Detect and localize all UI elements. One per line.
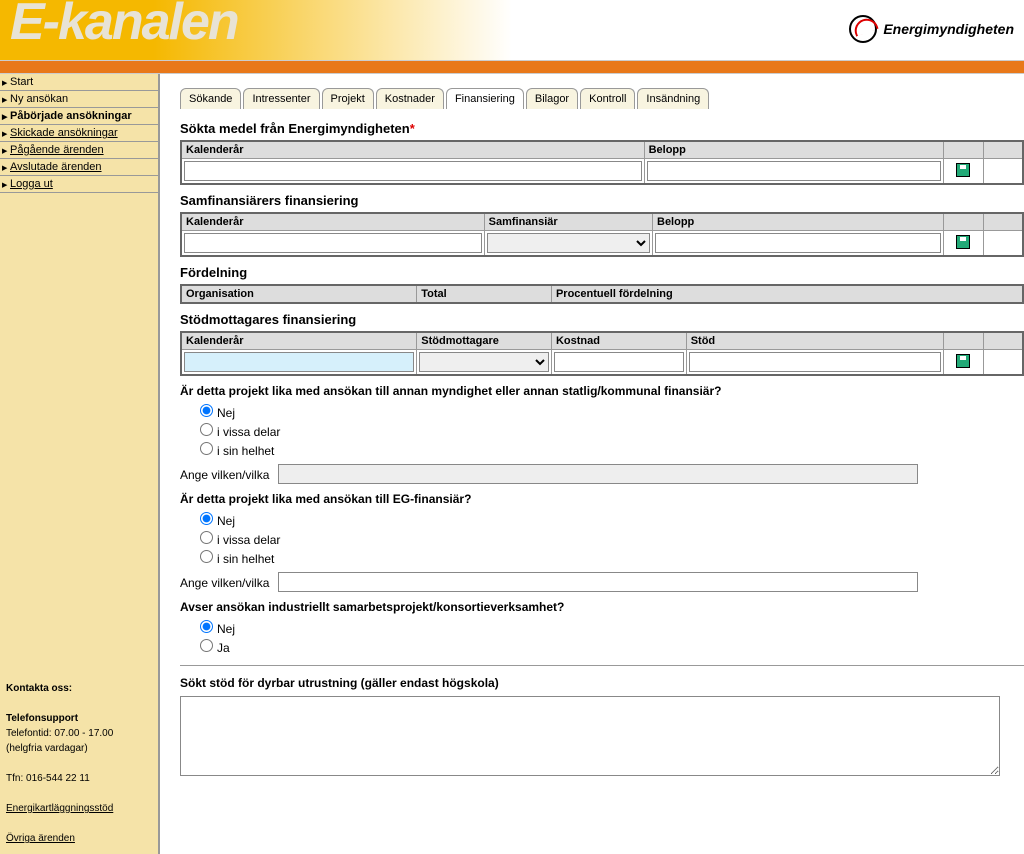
question-2: Är detta projekt lika med ansökan till E… bbox=[180, 492, 1024, 506]
section-sokta-title: Sökta medel från Energimyndigheten* bbox=[180, 121, 1024, 136]
nav-item-1[interactable]: Ny ansökan bbox=[0, 91, 158, 108]
q1-label-2: i sin helhet bbox=[217, 444, 274, 458]
app-title: E-kanalen bbox=[10, 0, 238, 52]
q3-option-0: Nej bbox=[200, 620, 1024, 636]
tab-intressenter[interactable]: Intressenter bbox=[243, 88, 319, 109]
col-kostnad: Kostnad bbox=[551, 332, 686, 350]
section-stodmott-title: Stödmottagares finansiering bbox=[180, 312, 1024, 327]
col-kalenderar: Kalenderår bbox=[181, 332, 417, 350]
tab-bilagor[interactable]: Bilagor bbox=[526, 88, 578, 109]
tab-bar: SökandeIntressenterProjektKostnaderFinan… bbox=[180, 88, 1024, 109]
q2-radio-1[interactable] bbox=[200, 531, 213, 544]
sokta-belopp-input[interactable] bbox=[647, 161, 941, 181]
contact-hours: Telefontid: 07.00 - 17.00 bbox=[6, 726, 152, 741]
q1-radio-2[interactable] bbox=[200, 442, 213, 455]
q2-label-1: i vissa delar bbox=[217, 533, 280, 547]
q1-label-0: Nej bbox=[217, 406, 235, 420]
col-organisation: Organisation bbox=[181, 285, 417, 303]
q2-radio-0[interactable] bbox=[200, 512, 213, 525]
contact-link-energikart[interactable]: Energikartläggningsstöd bbox=[6, 803, 113, 814]
nav-item-2[interactable]: Påbörjade ansökningar bbox=[0, 108, 158, 125]
question-1: Är detta projekt lika med ansökan till a… bbox=[180, 384, 1024, 398]
tab-sökande[interactable]: Sökande bbox=[180, 88, 241, 109]
q2-label-0: Nej bbox=[217, 514, 235, 528]
col-kalenderar: Kalenderår bbox=[181, 141, 644, 159]
q2-ange-input[interactable] bbox=[278, 572, 918, 592]
tab-finansiering[interactable]: Finansiering bbox=[446, 88, 524, 109]
nav-item-3[interactable]: Skickade ansökningar bbox=[0, 125, 158, 142]
stodmott-stodmottagare-select[interactable] bbox=[419, 352, 549, 372]
logo-text: Energimyndigheten bbox=[883, 21, 1014, 37]
stodmott-stod-input[interactable] bbox=[689, 352, 941, 372]
question-4: Sökt stöd för dyrbar utrustning (gäller … bbox=[180, 676, 1024, 690]
nav-item-5[interactable]: Avslutade ärenden bbox=[0, 159, 158, 176]
logo-icon bbox=[849, 15, 877, 43]
sokta-kalenderar-input[interactable] bbox=[184, 161, 642, 181]
q3-label-1: Ja bbox=[217, 641, 230, 655]
save-icon[interactable] bbox=[956, 354, 970, 368]
save-icon[interactable] bbox=[956, 235, 970, 249]
contact-days: (helgfria vardagar) bbox=[6, 741, 152, 756]
col-total: Total bbox=[417, 285, 552, 303]
col-belopp: Belopp bbox=[653, 213, 944, 231]
sokta-table: Kalenderår Belopp bbox=[180, 140, 1024, 185]
col-belopp: Belopp bbox=[644, 141, 943, 159]
nav-item-6[interactable]: Logga ut bbox=[0, 176, 158, 193]
q2-option-0: Nej bbox=[200, 512, 1024, 528]
q1-option-1: i vissa delar bbox=[200, 423, 1024, 439]
q1-option-2: i sin helhet bbox=[200, 442, 1024, 458]
samfin-kalenderar-input[interactable] bbox=[184, 233, 482, 253]
nav-item-4[interactable]: Pågående ärenden bbox=[0, 142, 158, 159]
q2-option-1: i vissa delar bbox=[200, 531, 1024, 547]
samfin-table: Kalenderår Samfinansiär Belopp bbox=[180, 212, 1024, 257]
col-stod: Stöd bbox=[686, 332, 943, 350]
stodmott-table: Kalenderår Stödmottagare Kostnad Stöd bbox=[180, 331, 1024, 376]
stodmott-kostnad-input[interactable] bbox=[554, 352, 684, 372]
q1-ange-label: Ange vilken/vilka bbox=[180, 468, 269, 482]
sidebar: StartNy ansökanPåbörjade ansökningarSkic… bbox=[0, 74, 160, 854]
q1-ange-input[interactable] bbox=[278, 464, 918, 484]
q2-ange-label: Ange vilken/vilka bbox=[180, 576, 269, 590]
tab-projekt[interactable]: Projekt bbox=[322, 88, 374, 109]
agency-logo: Energimyndigheten bbox=[849, 15, 1014, 43]
fordelning-table: Organisation Total Procentuell fördelnin… bbox=[180, 284, 1024, 304]
tab-insändning[interactable]: Insändning bbox=[637, 88, 709, 109]
q3-radio-0[interactable] bbox=[200, 620, 213, 633]
tab-kontroll[interactable]: Kontroll bbox=[580, 88, 635, 109]
contact-link-ovriga[interactable]: Övriga ärenden bbox=[6, 833, 75, 844]
samfin-samfinansiar-select[interactable] bbox=[487, 233, 650, 253]
contact-support: Telefonsupport bbox=[6, 711, 152, 726]
q3-label-0: Nej bbox=[217, 622, 235, 636]
q2-label-2: i sin helhet bbox=[217, 552, 274, 566]
q2-radio-2[interactable] bbox=[200, 550, 213, 563]
q1-radio-0[interactable] bbox=[200, 404, 213, 417]
col-samfinansiar: Samfinansiär bbox=[484, 213, 652, 231]
section-fordelning-title: Fördelning bbox=[180, 265, 1024, 280]
col-kalenderar: Kalenderår bbox=[181, 213, 484, 231]
contact-heading: Kontakta oss: bbox=[6, 681, 152, 696]
q2-option-2: i sin helhet bbox=[200, 550, 1024, 566]
contact-phone: Tfn: 016-544 22 11 bbox=[6, 771, 152, 786]
stodmott-kalenderar-input[interactable] bbox=[184, 352, 414, 372]
q3-option-1: Ja bbox=[200, 639, 1024, 655]
save-icon[interactable] bbox=[956, 163, 970, 177]
question-3: Avser ansökan industriellt samarbetsproj… bbox=[180, 600, 1024, 614]
q1-option-0: Nej bbox=[200, 404, 1024, 420]
col-stodmottagare: Stödmottagare bbox=[417, 332, 552, 350]
main-content: SökandeIntressenterProjektKostnaderFinan… bbox=[160, 74, 1024, 854]
q1-radio-1[interactable] bbox=[200, 423, 213, 436]
q1-label-1: i vissa delar bbox=[217, 425, 280, 439]
nav-item-0[interactable]: Start bbox=[0, 74, 158, 91]
col-procent: Procentuell fördelning bbox=[551, 285, 1023, 303]
section-samfin-title: Samfinansiärers finansiering bbox=[180, 193, 1024, 208]
orange-bar bbox=[0, 60, 1024, 74]
q3-radio-1[interactable] bbox=[200, 639, 213, 652]
divider bbox=[180, 665, 1024, 666]
q4-textarea[interactable] bbox=[180, 696, 1000, 776]
contact-block: Kontakta oss: Telefonsupport Telefontid:… bbox=[0, 673, 158, 854]
samfin-belopp-input[interactable] bbox=[655, 233, 941, 253]
tab-kostnader[interactable]: Kostnader bbox=[376, 88, 444, 109]
header: E-kanalen Energimyndigheten bbox=[0, 0, 1024, 60]
